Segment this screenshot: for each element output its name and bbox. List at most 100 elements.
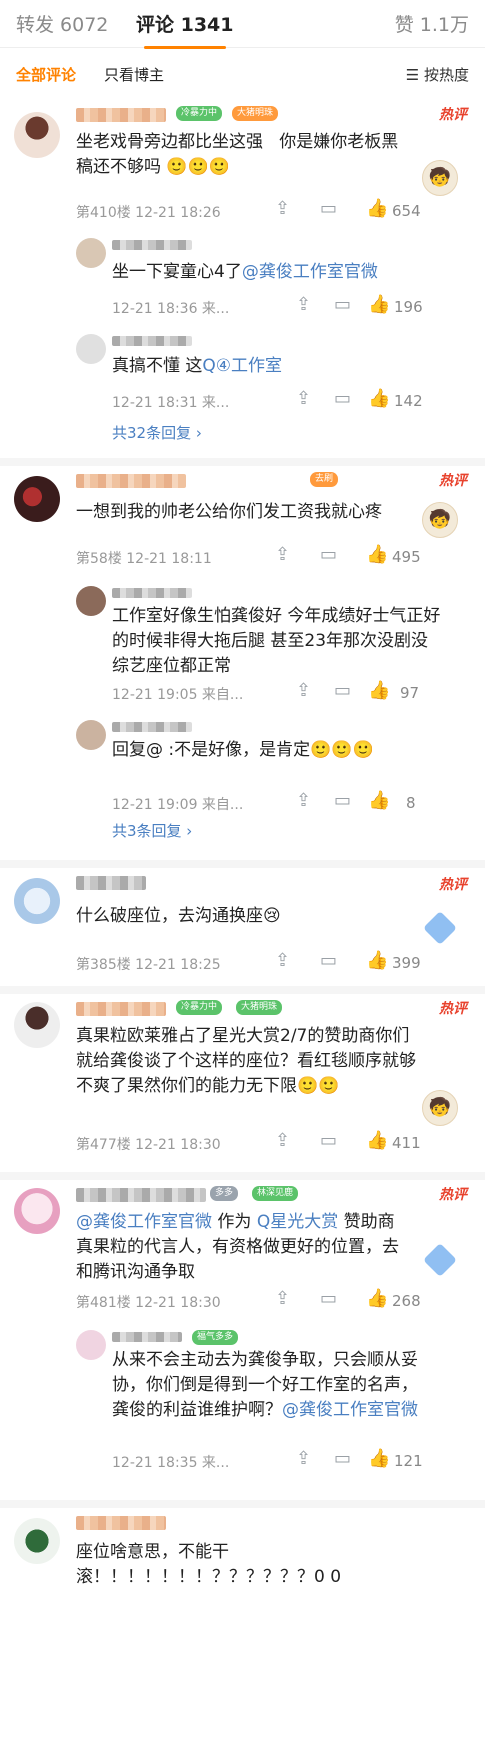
fan-badge: 大猪明珠 [236,1000,283,1015]
more-replies-link[interactable]: 共3条回复 › [112,820,192,841]
mention-link[interactable]: @龚俊工作室官微 [76,1212,212,1232]
username-blurred[interactable] [76,108,166,122]
fan-badge: 冷暴力中 [176,106,223,121]
comment-meta: 第481楼 12-21 18:30 [76,1295,221,1311]
comment-text: 一想到我的帅老公给你们发工资我就心疼 [76,502,382,522]
like-icon[interactable]: 👍 [368,682,390,700]
tab-repost[interactable]: 转发 6072 [16,10,108,37]
sticker-icon: 🧒 [422,160,458,196]
share-icon[interactable]: ⇪ [296,1450,311,1468]
more-replies-link[interactable]: 共32条回复 › [112,422,202,443]
username-blurred[interactable] [76,1516,166,1530]
reply-icon[interactable]: ▭ [320,546,337,564]
username-blurred[interactable] [76,876,146,890]
tab-like[interactable]: 赞 1.1万 [395,10,469,37]
fan-badge: 冷暴力中 [176,1000,223,1015]
like-count: 121 [394,1452,423,1470]
avatar[interactable] [14,878,60,924]
username-blurred[interactable] [76,474,186,488]
mention-link[interactable]: @龚俊工作室官微 [242,262,378,282]
avatar[interactable] [76,720,106,750]
avatar[interactable] [14,1002,60,1048]
comment-meta: 第58楼 12-21 18:11 [76,551,212,567]
hot-comment-tag: 热评 [439,1187,467,1203]
hot-comment-tag: 热评 [439,877,467,893]
username-blurred[interactable] [112,722,192,732]
share-icon[interactable]: ⇪ [275,952,290,970]
share-icon[interactable]: ⇪ [296,682,311,700]
username-blurred[interactable] [76,1188,206,1202]
comment-item: 座位啥意思，不能干滚！！！！！！！？？？？？？0 0 [0,1508,485,1755]
reply-meta: 12-21 18:36 来... [112,301,230,317]
fan-badge: 大猪明珠 [232,106,279,121]
mention-link[interactable]: @龚俊工作室官微 [282,1400,418,1420]
share-icon[interactable]: ⇪ [275,546,290,564]
comment-text: 真果粒欧莱雅占了星光大赏2/7的赞助商你们就给龚俊谈了个这样的座位？看红毯顺序就… [76,1026,416,1096]
diamond-icon [423,911,457,945]
like-count: 97 [400,684,420,702]
divider [0,1500,485,1508]
reply-icon[interactable]: ▭ [320,200,337,218]
sort-icon: ☰ [405,66,424,84]
avatar[interactable] [14,1518,60,1564]
hot-comment-tag: 热评 [439,473,467,489]
tab-comment[interactable]: 评论 1341 [136,10,234,49]
reply-text-body: 坐一下宴童心4了 [112,262,242,282]
reply-icon[interactable]: ▭ [334,296,351,314]
reply-text-body: 真搞不懂 这 [112,356,203,376]
comment-item: 冷暴力中 大猪明珠 热评 坐老戏骨旁边都比坐这强 你是嫌你老板黑稿还不够吗 🙂🙂… [0,98,485,458]
reply-icon[interactable]: ▭ [334,792,351,810]
like-count: 495 [392,548,421,566]
username-blurred[interactable] [112,588,192,598]
avatar[interactable] [76,1330,106,1360]
share-icon[interactable]: ⇪ [296,792,311,810]
like-icon[interactable]: 👍 [366,1290,388,1308]
share-icon[interactable]: ⇪ [296,296,311,314]
like-icon[interactable]: 👍 [366,546,388,564]
like-icon[interactable]: 👍 [368,1450,390,1468]
share-icon[interactable]: ⇪ [296,390,311,408]
topic-link[interactable]: Q星光大赏 [257,1212,338,1232]
comment-text: @龚俊工作室官微 作为 Q星光大赏 赞助商真果粒的代言人，有资格做更好的位置，去… [76,1210,406,1285]
reply-icon[interactable]: ▭ [334,1450,351,1468]
username-blurred[interactable] [112,240,192,250]
share-icon[interactable]: ⇪ [275,1132,290,1150]
like-count: 399 [392,954,421,972]
like-icon[interactable]: 👍 [366,952,388,970]
reply-icon[interactable]: ▭ [334,390,351,408]
filter-owner-only[interactable]: 只看博主 [104,64,164,85]
avatar[interactable] [14,112,60,158]
username-blurred[interactable] [112,1332,182,1342]
avatar[interactable] [14,1188,60,1234]
reply-text: 回复@ :不是好像，是肯定🙂🙂🙂 [112,740,374,760]
like-icon[interactable]: 👍 [366,1132,388,1150]
avatar[interactable] [76,334,106,364]
like-icon[interactable]: 👍 [368,390,390,408]
reply-meta: 12-21 19:09 来自... [112,797,244,813]
avatar[interactable] [76,586,106,616]
username-blurred[interactable] [76,1002,166,1016]
share-icon[interactable]: ⇪ [275,1290,290,1308]
reply-meta: 12-21 19:05 来自... [112,687,244,703]
stats-tab-bar: 转发 6072 评论 1341 赞 1.1万 [0,0,485,49]
username-blurred[interactable] [112,336,192,346]
sort-by-hot-button[interactable]: ☰ 按热度 [406,64,469,85]
like-icon[interactable]: 👍 [368,296,390,314]
reply-icon[interactable]: ▭ [320,1290,337,1308]
reply-icon[interactable]: ▭ [320,1132,337,1150]
like-count: 142 [394,392,423,410]
topic-link[interactable]: Q④工作室 [202,356,282,376]
reply-meta: 12-21 18:31 来... [112,395,230,411]
reply-icon[interactable]: ▭ [334,682,351,700]
avatar[interactable] [76,238,106,268]
avatar[interactable] [14,476,60,522]
reply-text: 工作室好像生怕龚俊好 今年成绩好士气正好的时候非得大拖后腿 甚至23年那次没剧没… [112,606,441,676]
reply-icon[interactable]: ▭ [320,952,337,970]
divider [0,1172,485,1180]
like-count: 411 [392,1134,421,1152]
like-icon[interactable]: 👍 [366,200,388,218]
share-icon[interactable]: ⇪ [275,200,290,218]
hot-comment-tag: 热评 [439,107,467,123]
filter-all-comments[interactable]: 全部评论 [16,64,76,85]
like-icon[interactable]: 👍 [368,792,390,810]
